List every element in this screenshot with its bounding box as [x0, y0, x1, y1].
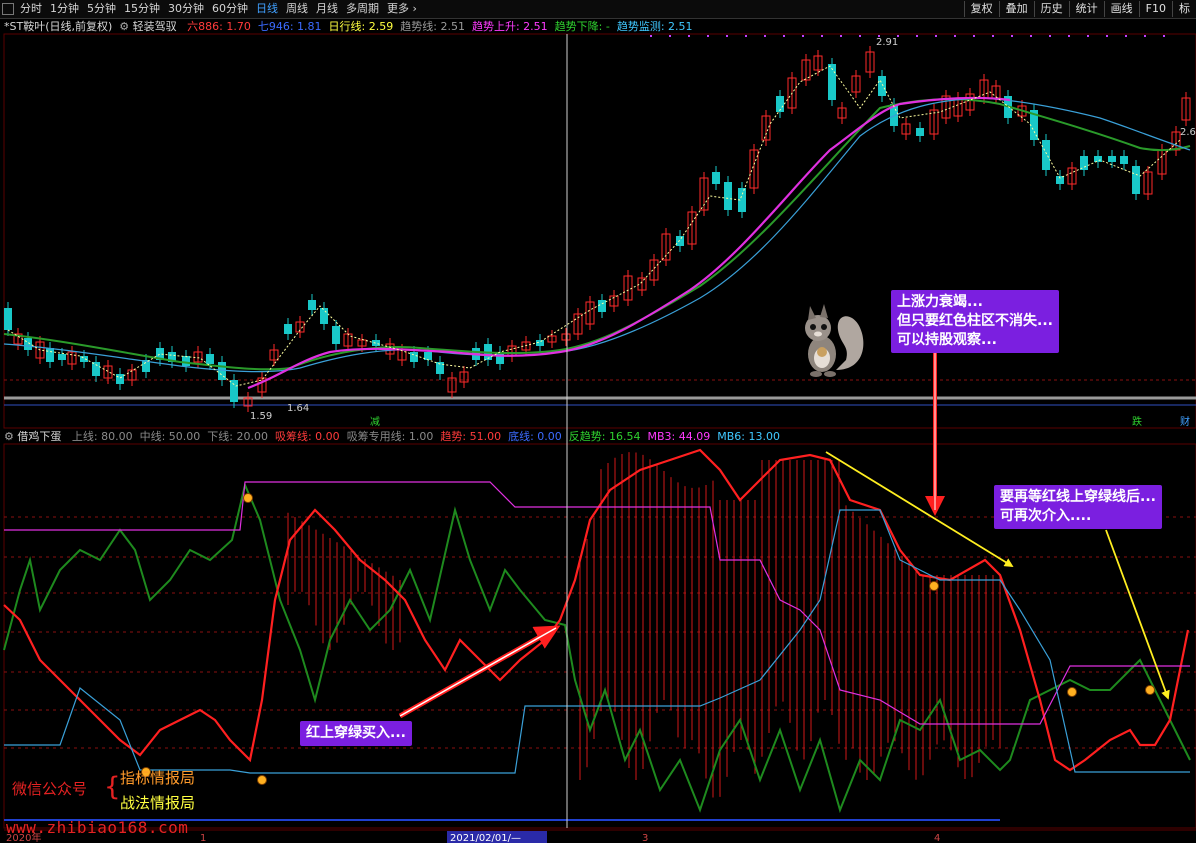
price-low-label-b: 1.64 — [287, 403, 309, 414]
top-dot — [954, 35, 956, 37]
candle-down — [308, 300, 316, 310]
top-dot — [1163, 35, 1165, 37]
top-dot — [935, 35, 937, 37]
candle-down — [410, 352, 418, 362]
mb6-line — [4, 509, 1190, 774]
candle-down — [116, 374, 124, 384]
squirrel-icon — [805, 304, 864, 377]
candle-down — [424, 352, 432, 360]
top-dot — [859, 35, 861, 37]
candle-down — [284, 324, 292, 334]
candle-down — [320, 308, 328, 324]
top-dot — [821, 35, 823, 37]
top-dot — [1030, 35, 1032, 37]
candle-down — [332, 326, 340, 344]
candle-down — [598, 300, 606, 312]
signal-dot-icon — [1067, 687, 1077, 697]
reentry-arrow-icon — [1105, 529, 1170, 700]
callout-line: 要再等红线上穿绿线后... — [1000, 489, 1156, 505]
top-dot — [1125, 35, 1127, 37]
signal-mark-c: 财 — [1180, 415, 1190, 428]
top-dot — [688, 35, 690, 37]
candle-down — [1042, 140, 1050, 170]
signal-dot-icon — [1145, 685, 1155, 695]
candle-down — [676, 236, 684, 246]
website-url[interactable]: www.zhibiao168.com — [6, 818, 188, 837]
wechat-name-2: 战法情报局 — [120, 794, 196, 812]
candle-down — [712, 172, 720, 184]
top-dot — [707, 35, 709, 37]
time-m4: 4 — [934, 833, 940, 843]
top-dot — [840, 35, 842, 37]
signal-dot-icon — [257, 775, 267, 785]
candle-down — [80, 356, 88, 362]
top-dot — [992, 35, 994, 37]
callout-line: 红上穿绿买入... — [306, 725, 406, 741]
candle-down — [24, 338, 32, 350]
top-dot — [669, 35, 671, 37]
candle-down — [230, 380, 238, 402]
annotation-arrows — [398, 352, 1170, 719]
top-dot — [1011, 35, 1013, 37]
candle-down — [724, 182, 732, 210]
top-dot — [973, 35, 975, 37]
callout-hold-observe: 上涨力衰竭... 但只要红色柱区不消失... 可以持股观察... — [891, 290, 1059, 353]
candle-down — [218, 362, 226, 380]
chart-canvas[interactable]: 2.91 1.59 1.64 2.6 减 跌 财 2020年 1 2021/02… — [0, 0, 1196, 843]
candle-down — [1120, 156, 1128, 164]
candle-down — [206, 354, 214, 364]
top-dot — [1144, 35, 1146, 37]
time-m1: 1 — [200, 833, 206, 843]
signal-dot-icon — [243, 493, 253, 503]
candle-down — [1108, 156, 1116, 162]
candle-down — [182, 356, 190, 366]
top-dot — [783, 35, 785, 37]
callout-line: 但只要红色柱区不消失... — [897, 313, 1053, 329]
trend-arrow-icon — [825, 451, 1014, 567]
candle-down — [916, 128, 924, 136]
candle-down — [1132, 166, 1140, 194]
green-line — [3, 481, 1191, 814]
signal-mark-a: 减 — [370, 416, 380, 428]
candle-down — [878, 76, 886, 96]
top-dot — [745, 35, 747, 37]
candle-down — [1094, 156, 1102, 162]
candle-down — [372, 340, 380, 346]
top-dot — [650, 35, 652, 37]
top-dot — [916, 35, 918, 37]
top-dot — [1049, 35, 1051, 37]
buy-arrow-highlight — [399, 627, 557, 717]
candle-down — [46, 348, 54, 362]
callout-reentry: 要再等红线上穿绿线后... 可再次介入.... — [994, 485, 1162, 529]
price-right-label: 2.6 — [1180, 127, 1196, 138]
main-pane-border — [3, 33, 1196, 429]
candle-down — [4, 308, 12, 330]
time-m3: 3 — [642, 833, 648, 843]
brace-icon: { — [104, 772, 121, 802]
top-dot — [764, 35, 766, 37]
top-dot — [726, 35, 728, 37]
candle-down — [1080, 156, 1088, 170]
callout-line: 可再次介入.... — [1000, 508, 1092, 524]
candle-down — [92, 362, 100, 376]
wechat-label: 微信公众号 — [12, 780, 88, 798]
callout-line: 上涨力衰竭... — [897, 294, 983, 310]
top-dot — [802, 35, 804, 37]
signal-mark-b: 跌 — [1132, 415, 1142, 428]
price-low-label-a: 1.59 — [250, 411, 272, 422]
wechat-name-1: 指标情报局 — [120, 769, 196, 787]
top-dot — [1068, 35, 1070, 37]
signal-dot-icon — [929, 581, 939, 591]
callout-line: 可以持股观察... — [897, 332, 997, 348]
candle-down — [58, 354, 66, 360]
time-date: 2021/02/01/— — [450, 833, 521, 843]
top-dot — [1087, 35, 1089, 37]
price-high-label: 2.91 — [876, 37, 898, 48]
callout-buy-signal: 红上穿绿买入... — [300, 721, 412, 746]
top-dot — [1106, 35, 1108, 37]
